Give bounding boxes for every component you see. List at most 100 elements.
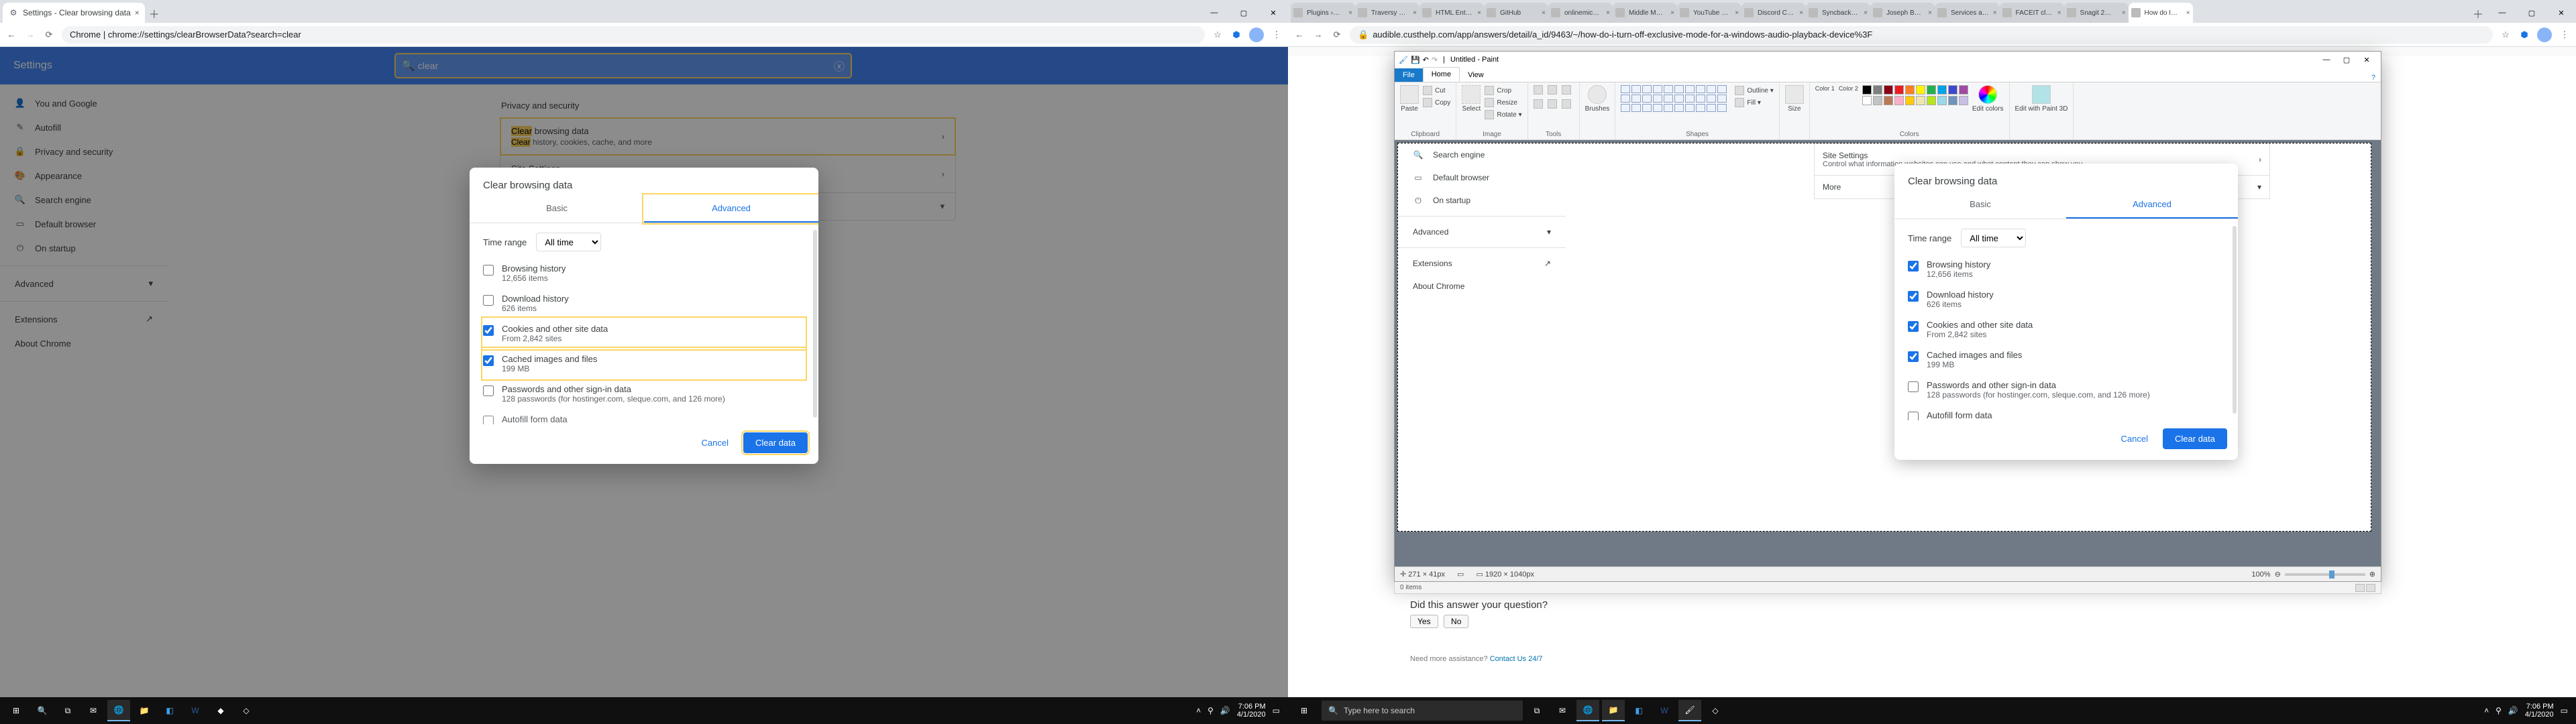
checkbox[interactable]	[483, 295, 494, 306]
palette-swatch[interactable]	[1959, 85, 1968, 95]
paint-titlebar[interactable]: 🖌 💾 ↶ ↷ | Untitled - Paint — ▢ ✕	[1395, 52, 2381, 68]
option-browsing-history[interactable]: Browsing history12,656 items	[1908, 254, 2224, 284]
reload-button[interactable]: ⟳	[1331, 29, 1343, 40]
close-window-button[interactable]: ✕	[1258, 3, 1288, 23]
feedback-no-button[interactable]: No	[1444, 615, 1468, 628]
checkbox[interactable]	[1908, 291, 1919, 302]
clear-data-button[interactable]: Clear data	[743, 432, 808, 453]
explorer-icon[interactable]: 📁	[1602, 700, 1625, 721]
paint-canvas-area[interactable]: 🔍Search engine ▭Default browser ⏻On star…	[1395, 140, 2381, 566]
palette-swatch[interactable]	[1927, 96, 1936, 105]
start-button[interactable]: ⊞	[4, 700, 28, 721]
browser-tab[interactable]: How do I…×	[2129, 3, 2193, 23]
browser-tab[interactable]: Discord C…×	[1741, 3, 1806, 23]
sidebar-item-about[interactable]: About Chrome	[1398, 275, 1566, 298]
ribbon-tab-file[interactable]: File	[1395, 68, 1423, 82]
shapes-gallery[interactable]	[1621, 85, 1727, 112]
taskbar-search[interactable]: 🔍 Type here to search	[1322, 701, 1523, 721]
start-button[interactable]: ⊞	[1292, 700, 1316, 721]
minimize-button[interactable]: —	[1199, 3, 1229, 23]
browser-tab[interactable]: ⚙ Settings - Clear browsing data ×	[3, 3, 145, 23]
mail-icon[interactable]: ✉	[82, 700, 105, 721]
size-button[interactable]: Size	[1785, 85, 1804, 113]
sidebar-item-default-browser[interactable]: ▭Default browser	[1398, 166, 1566, 189]
palette-swatch[interactable]	[1905, 96, 1915, 105]
close-tab-icon[interactable]: ×	[1799, 9, 1803, 17]
paint-icon[interactable]: 🖌	[1678, 700, 1701, 721]
browser-tab[interactable]: Syncback…×	[1806, 3, 1870, 23]
address-bar[interactable]: Chrome | chrome://settings/clearBrowserD…	[62, 26, 1205, 44]
tray-chevron-icon[interactable]: ˄	[2484, 706, 2489, 715]
tray-chevron-icon[interactable]: ˄	[1196, 706, 1201, 715]
qat-undo-icon[interactable]: ↶	[1423, 56, 1429, 64]
vscode-icon[interactable]: ◧	[1627, 700, 1650, 721]
ribbon-tab-view[interactable]: View	[1460, 68, 1492, 82]
zoom-slider[interactable]	[2285, 573, 2365, 576]
option-autofill[interactable]: Autofill form data	[483, 409, 805, 424]
close-tab-icon[interactable]: ×	[2122, 9, 2126, 17]
palette-swatch[interactable]	[1862, 96, 1872, 105]
close-tab-icon[interactable]: ×	[1993, 9, 1997, 17]
cut-button[interactable]: Cut	[1423, 85, 1450, 96]
browser-tab[interactable]: Services a…×	[1935, 3, 2000, 23]
checkbox[interactable]	[1908, 351, 1919, 362]
close-tab-icon[interactable]: ×	[1735, 9, 1739, 17]
option-cached[interactable]: Cached images and files199 MB	[1908, 345, 2224, 375]
contact-link[interactable]: Contact Us 24/7	[1490, 655, 1543, 663]
browser-tab[interactable]: GitHub×	[1484, 3, 1548, 23]
checkbox[interactable]	[1908, 261, 1919, 272]
chrome-icon[interactable]: 🌐	[1576, 700, 1599, 721]
browser-tab[interactable]: Traversy …×	[1355, 3, 1419, 23]
search-button[interactable]: 🔍	[31, 700, 54, 721]
browser-tab[interactable]: Joseph B…×	[1870, 3, 1935, 23]
avatar-icon[interactable]	[2537, 27, 2552, 42]
resize-button[interactable]: Resize	[1485, 97, 1521, 108]
shape-fill[interactable]: Fill ▾	[1735, 97, 1773, 108]
zoom-in-button[interactable]: ⊕	[2369, 570, 2375, 579]
option-browsing-history[interactable]: Browsing history12,656 items	[483, 258, 805, 288]
palette-swatch[interactable]	[1873, 85, 1882, 95]
checkbox[interactable]	[1908, 321, 1919, 332]
qat-save-icon[interactable]: 💾	[1411, 56, 1420, 64]
edit-colors-button[interactable]: Edit colors	[1972, 85, 2004, 113]
close-tab-icon[interactable]: ×	[1413, 9, 1417, 17]
paint-canvas[interactable]: 🔍Search engine ▭Default browser ⏻On star…	[1397, 143, 2371, 532]
menu-icon[interactable]: ⋮	[1271, 29, 1283, 40]
checkbox[interactable]	[483, 385, 494, 396]
task-view-button[interactable]: ⧉	[1525, 700, 1548, 721]
task-view-button[interactable]: ⧉	[56, 700, 79, 721]
palette-swatch[interactable]	[1862, 85, 1872, 95]
star-icon[interactable]: ☆	[2500, 29, 2512, 40]
checkbox[interactable]	[1908, 381, 1919, 392]
magnifier-tool[interactable]	[1562, 99, 1571, 109]
maximize-button[interactable]: ▢	[2517, 3, 2546, 23]
app-icon[interactable]: ◇	[235, 700, 258, 721]
clear-data-button[interactable]: Clear data	[2163, 428, 2227, 449]
tray-volume-icon[interactable]: 🔊	[1220, 706, 1230, 715]
fill-tool[interactable]	[1548, 85, 1557, 95]
word-icon[interactable]: W	[1653, 700, 1676, 721]
browser-tab[interactable]: onlinemic…×	[1548, 3, 1613, 23]
copy-button[interactable]: Copy	[1423, 97, 1450, 108]
dialog-tab-advanced[interactable]: Advanced	[644, 195, 818, 223]
shape-outline[interactable]: Outline ▾	[1735, 85, 1773, 96]
close-tab-icon[interactable]: ×	[1542, 9, 1546, 17]
option-cached[interactable]: Cached images and files199 MB	[483, 349, 805, 379]
star-icon[interactable]: ☆	[1212, 29, 1224, 40]
browser-tab[interactable]: Middle M…×	[1613, 3, 1677, 23]
palette-swatch[interactable]	[1916, 85, 1925, 95]
paint3d-button[interactable]: Edit with Paint 3D	[2015, 85, 2068, 113]
option-download-history[interactable]: Download history626 items	[1908, 284, 2224, 314]
extension-icon[interactable]: ⬢	[2518, 29, 2530, 40]
option-passwords[interactable]: Passwords and other sign-in data128 pass…	[483, 379, 805, 409]
chrome-icon[interactable]: 🌐	[107, 700, 130, 721]
qat-redo-icon[interactable]: ↷	[1432, 56, 1438, 64]
back-button[interactable]: ←	[5, 29, 17, 40]
close-tab-icon[interactable]: ×	[1928, 9, 1932, 17]
back-button[interactable]: ←	[1293, 29, 1305, 40]
browser-tab[interactable]: HTML Ent…×	[1419, 3, 1484, 23]
dialog-tab-advanced[interactable]: Advanced	[2066, 191, 2238, 219]
menu-icon[interactable]: ⋮	[2559, 29, 2571, 40]
crop-button[interactable]: Crop	[1485, 85, 1521, 96]
eraser-tool[interactable]	[1534, 99, 1543, 109]
